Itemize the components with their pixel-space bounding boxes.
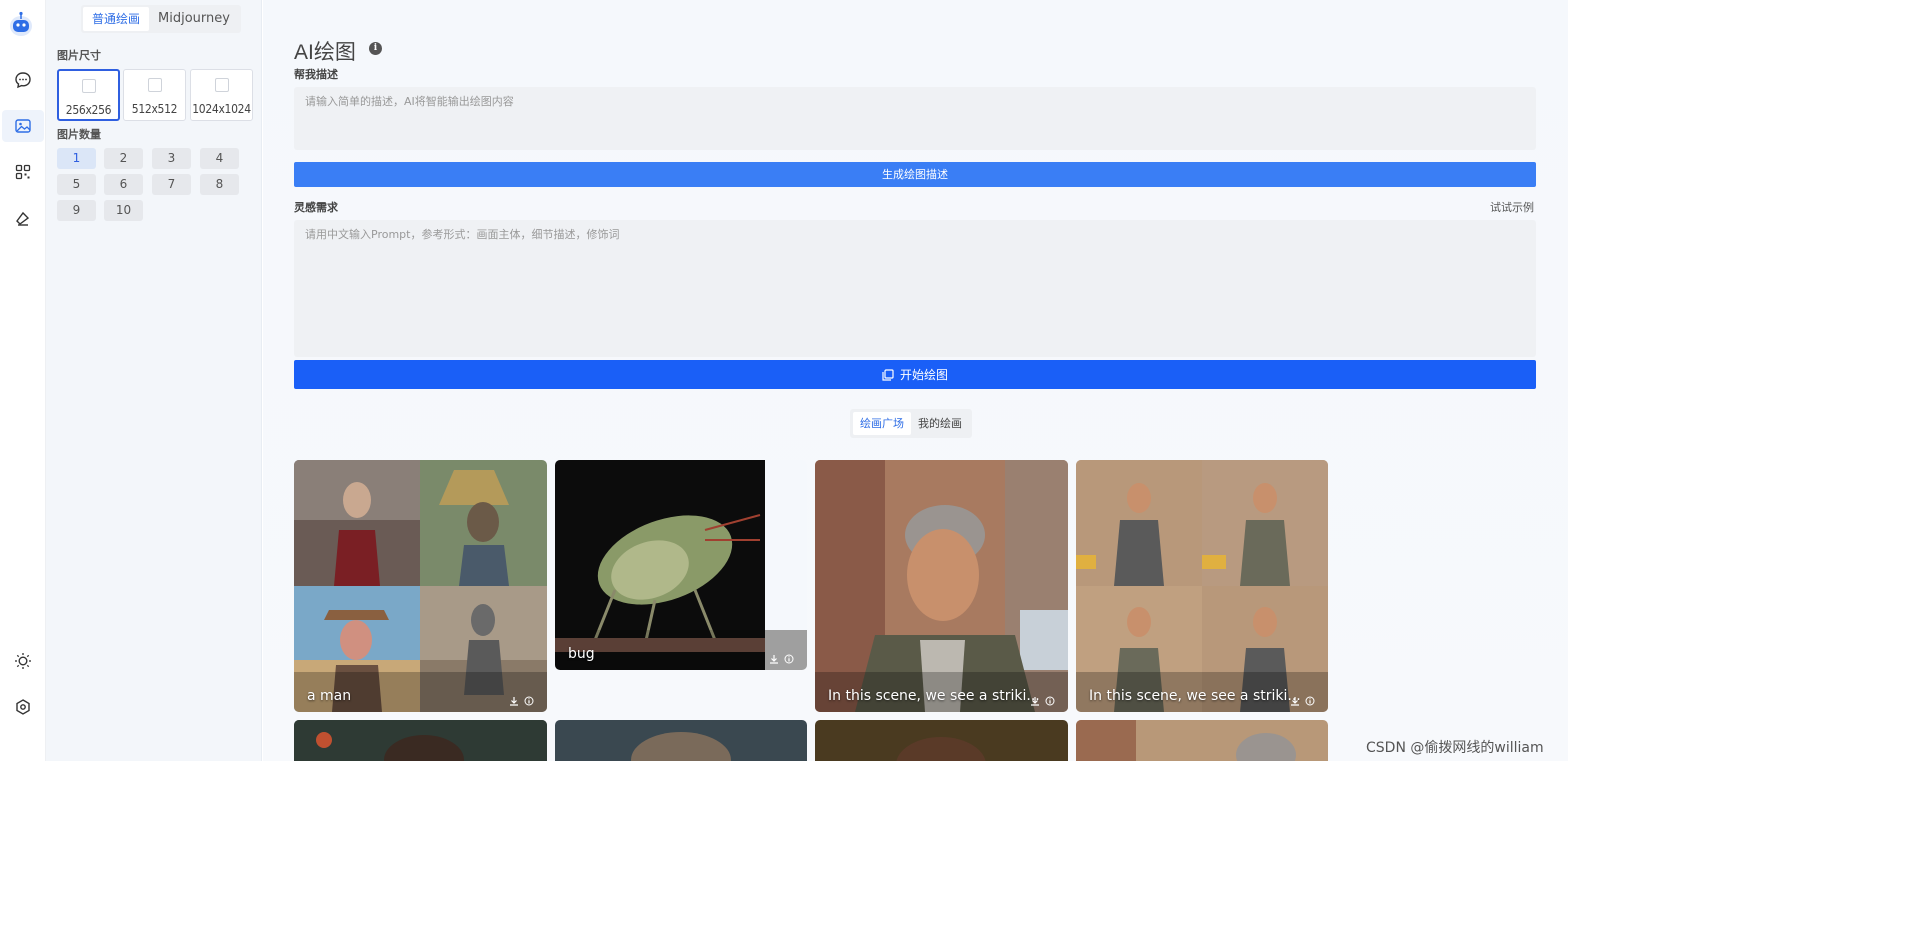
theme-toggle[interactable] [2, 645, 44, 677]
image-gen-icon [15, 119, 31, 133]
inspiration-label: 灵感需求 [294, 201, 338, 214]
checkbox-icon [214, 78, 229, 92]
tab-drawing-plaza[interactable]: 绘画广场 [853, 412, 911, 435]
card-actions [769, 649, 794, 664]
tab-normal-drawing[interactable]: 普通绘画 [83, 7, 150, 31]
card-caption: a man [307, 688, 352, 704]
gallery-image [815, 460, 1068, 712]
start-drawing-label: 开始绘图 [899, 368, 948, 382]
apps-icon [15, 164, 31, 180]
download-icon[interactable] [769, 649, 779, 664]
gallery-image [1076, 460, 1328, 712]
count-option-4[interactable]: 4 [200, 148, 239, 169]
robot-logo-icon[interactable] [8, 10, 34, 38]
gallery-image [555, 720, 807, 761]
nav-chat[interactable] [2, 64, 44, 96]
checkbox-icon [81, 79, 96, 93]
count-option-6[interactable]: 6 [104, 174, 143, 195]
gallery-icon [882, 368, 894, 381]
download-icon[interactable] [1030, 691, 1040, 706]
tab-midjourney[interactable]: Midjourney [149, 7, 239, 31]
tab-my-drawings[interactable]: 我的绘画 [911, 412, 969, 435]
card-actions [1030, 691, 1055, 706]
generate-description-button[interactable]: 生成绘图描述 [294, 162, 1536, 187]
gallery-card[interactable] [1076, 720, 1328, 761]
card-actions [1290, 691, 1315, 706]
brush-icon [16, 211, 30, 226]
gallery-image [1076, 720, 1328, 761]
watermark: CSDN @偷拨网线的william [1366, 740, 1544, 756]
gallery-card[interactable]: In this scene, we see a striki... [815, 460, 1068, 712]
count-label: 图片数量 [57, 128, 101, 141]
gallery-card[interactable]: In this scene, we see a striki... [1076, 460, 1328, 712]
nav-brush[interactable] [2, 202, 44, 234]
info-icon[interactable]: i [369, 42, 382, 55]
describe-input[interactable]: 请输入简单的描述，AI将智能输出绘图内容 [294, 87, 1536, 150]
nav-apps[interactable] [2, 156, 44, 188]
info-circle-icon[interactable] [784, 649, 794, 664]
count-option-8[interactable]: 8 [200, 174, 239, 195]
count-option-7[interactable]: 7 [152, 174, 191, 195]
try-example-link[interactable]: 试试示例 [1490, 199, 1534, 215]
size-option-label: 512x512 [131, 102, 178, 116]
describe-label: 帮我描述 [294, 68, 338, 81]
count-option-2[interactable]: 2 [104, 148, 143, 169]
count-option-10[interactable]: 10 [104, 200, 143, 221]
size-option-256[interactable]: 256x256 [57, 69, 120, 121]
info-circle-icon[interactable] [1305, 691, 1315, 706]
theme-sun-icon [15, 653, 31, 669]
start-drawing-button[interactable]: 开始绘图 [294, 360, 1536, 389]
page-title: AI绘图 [294, 41, 356, 64]
nav-image-gen[interactable] [2, 110, 44, 142]
count-option-1[interactable]: 1 [57, 148, 96, 169]
size-label: 图片尺寸 [57, 49, 101, 62]
checkbox-icon [147, 78, 162, 92]
gallery-card[interactable] [555, 720, 807, 761]
card-caption: In this scene, we see a striki... [828, 688, 1040, 704]
gallery-image [555, 460, 807, 670]
count-option-5[interactable]: 5 [57, 174, 96, 195]
gallery-image [294, 460, 547, 712]
gallery-card[interactable]: bug [555, 460, 807, 670]
gallery-card[interactable] [294, 720, 547, 761]
card-caption: In this scene, we see a striki... [1089, 688, 1301, 704]
gallery-image [815, 720, 1068, 761]
count-option-9[interactable]: 9 [57, 200, 96, 221]
card-actions [509, 691, 534, 706]
card-caption: bug [568, 646, 595, 662]
gallery-card[interactable]: a man [294, 460, 547, 712]
icon-rail [0, 0, 46, 761]
size-option-1024[interactable]: 1024x1024 [190, 69, 253, 121]
mode-tabs: 普通绘画 Midjourney [81, 5, 241, 33]
prompt-input[interactable]: 请用中文输入Prompt，参考形式：画面主体，细节描述，修饰词 [294, 220, 1536, 357]
size-option-512[interactable]: 512x512 [123, 69, 186, 121]
download-icon[interactable] [1290, 691, 1300, 706]
size-option-label: 256x256 [65, 103, 112, 117]
download-icon[interactable] [509, 691, 519, 706]
chat-icon [15, 72, 31, 89]
settings-icon [16, 699, 30, 715]
gallery-card[interactable] [815, 720, 1068, 761]
info-circle-icon[interactable] [1045, 691, 1055, 706]
info-circle-icon[interactable] [524, 691, 534, 706]
gallery-tabs: 绘画广场 我的绘画 [850, 409, 972, 438]
gallery-image [294, 720, 547, 761]
settings-panel: 普通绘画 Midjourney 图片尺寸 256x256 512x512 102… [46, 0, 262, 761]
count-option-3[interactable]: 3 [152, 148, 191, 169]
main-area: AI绘图 i 帮我描述 请输入简单的描述，AI将智能输出绘图内容 生成绘图描述 … [263, 0, 1568, 761]
size-option-label: 1024x1024 [192, 102, 251, 116]
settings-button[interactable] [2, 691, 44, 723]
